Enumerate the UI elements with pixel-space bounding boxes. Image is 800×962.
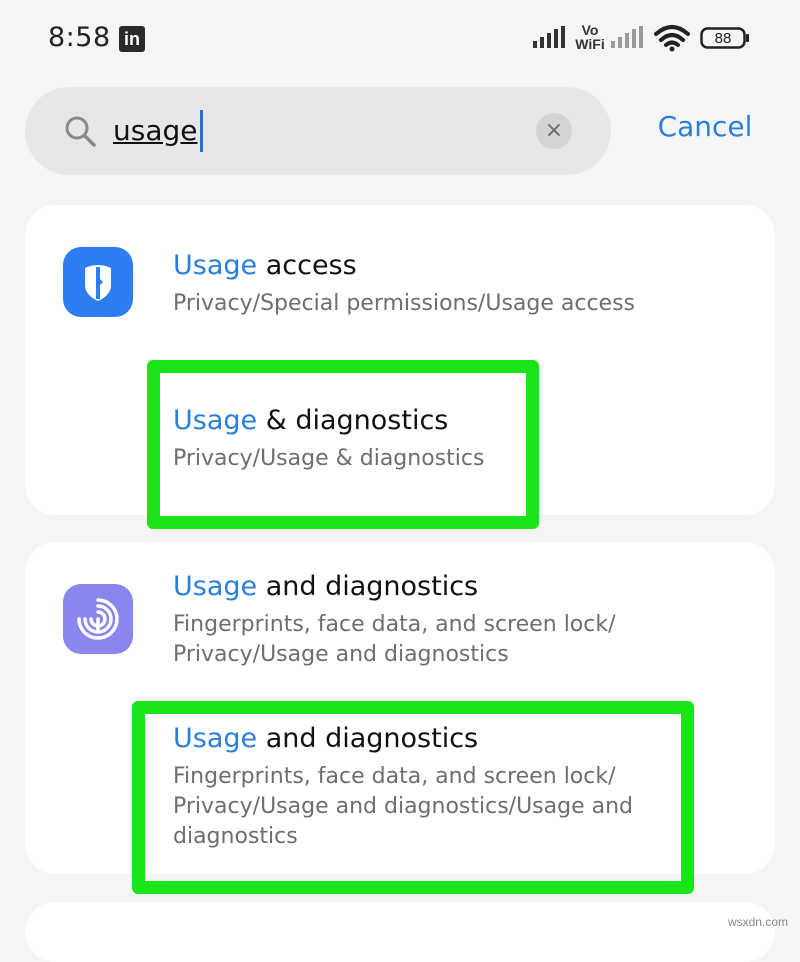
clear-search-button[interactable]: × [536,113,572,149]
result-title-match: Usage [173,250,258,281]
status-bar: 8:58 in Vo WiFi 88 [0,0,800,80]
text-cursor [200,110,203,152]
result-title-rest: & diagnostics [257,405,449,436]
result-title: Usage and diagnostics [173,570,733,604]
privacy-icon [63,247,133,317]
result-path: Privacy/Usage & diagnostics [173,446,485,471]
search-icon [65,116,96,147]
result-title-match: Usage [173,405,258,436]
result-title-rest: access [257,250,357,281]
result-group-fingerprint: Usage and diagnostics Fingerprints, face… [25,542,775,874]
vowifi-indicator: Vo WiFi [573,23,607,51]
battery-level: 88 [714,30,732,47]
fingerprint-icon [63,584,133,654]
result-usage-and-diagnostics-sub[interactable]: Usage and diagnostics Fingerprints, face… [173,722,733,852]
cancel-button[interactable]: Cancel [640,110,770,154]
result-title: Usage & diagnostics [173,404,733,438]
result-usage-access[interactable]: Usage access Privacy/Special permissions… [173,249,733,319]
result-title-rest: and diagnostics [257,571,479,602]
result-title-rest: and diagnostics [257,723,479,754]
vowifi-line2: WiFi [575,36,605,52]
signal-weak-icon [611,26,643,48]
result-title-match: Usage [173,571,258,602]
search-input[interactable] [113,107,513,153]
result-usage-diagnostics[interactable]: Usage & diagnostics Privacy/Usage & diag… [173,404,733,474]
result-title: Usage and diagnostics [173,722,733,756]
signal-icon [533,26,565,48]
result-path: Privacy/Special permissions/Usage access [173,291,636,316]
result-path: Fingerprints, face data, and screen lock… [173,612,616,667]
result-group-privacy: Usage access Privacy/Special permissions… [25,205,775,515]
wifi-icon [654,25,690,52]
result-group-next [25,902,775,962]
result-title-match: Usage [173,723,258,754]
result-title: Usage access [173,249,733,283]
close-icon: × [544,118,564,143]
result-path: Fingerprints, face data, and screen lock… [173,764,634,849]
vowifi-line1: Vo [581,22,599,38]
result-usage-and-diagnostics[interactable]: Usage and diagnostics Fingerprints, face… [173,570,733,670]
watermark: wsxdn.com [727,915,788,929]
search-box[interactable]: × [25,87,611,175]
linkedin-icon: in [119,26,145,52]
status-time: 8:58 [48,22,111,53]
